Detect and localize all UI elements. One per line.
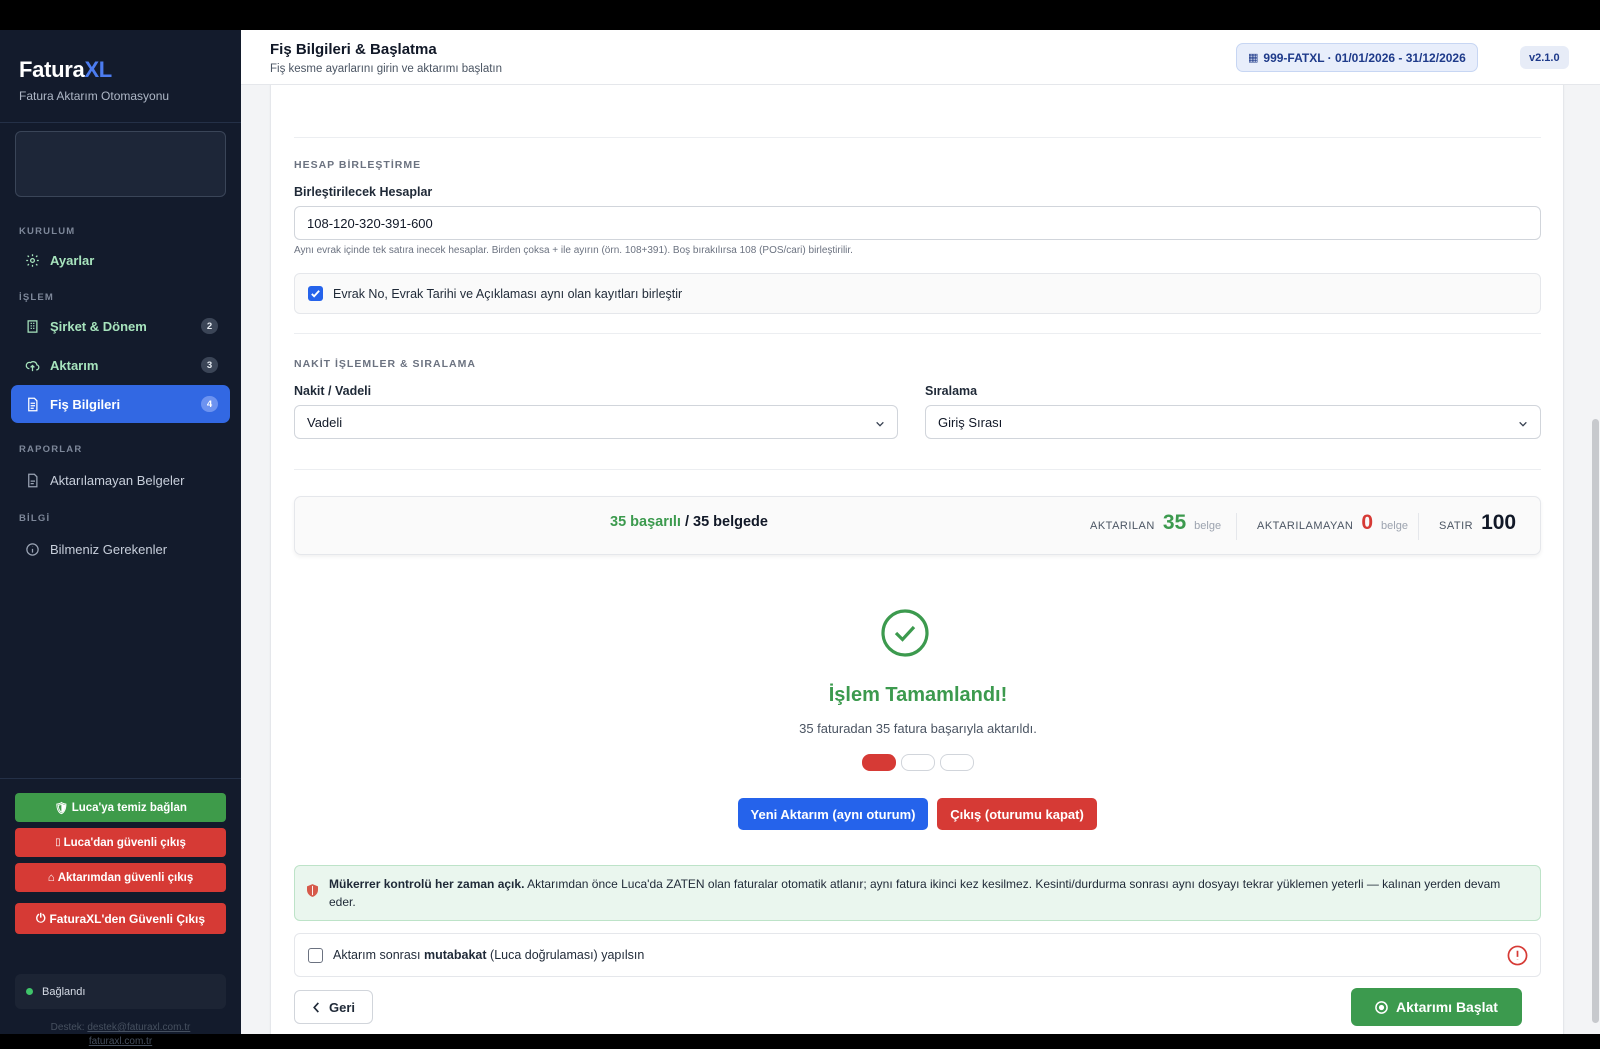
progress-step-indicator bbox=[940, 754, 974, 771]
order-select[interactable]: Giriş Sırası bbox=[925, 405, 1541, 439]
payment-type-label: Nakit / Vadeli bbox=[294, 384, 372, 398]
upload-cloud-icon bbox=[24, 357, 40, 373]
stat-failed: AKTARILAMAYAN 0 belge bbox=[1257, 511, 1408, 534]
scrollbar[interactable] bbox=[1592, 419, 1599, 1023]
result-message: 35 faturadan 35 fatura başarıyla aktarıl… bbox=[799, 721, 1037, 736]
file-icon bbox=[24, 472, 40, 488]
app-exit-button[interactable]: ⏻ FaturaXL'den Güvenli Çıkış bbox=[15, 903, 226, 934]
divider bbox=[294, 469, 1541, 470]
start-transfer-button[interactable]: Aktarımı Başlat bbox=[1351, 988, 1522, 1026]
connection-status: Bağlandı bbox=[15, 974, 226, 1009]
order-label: Sıralama bbox=[925, 384, 978, 398]
page-header: Fiş Bilgileri & Başlatma Fiş kesme ayarl… bbox=[241, 30, 1600, 85]
chevron-down-icon bbox=[1518, 417, 1528, 432]
door-icon: ▯ bbox=[55, 837, 61, 848]
luca-exit-button[interactable]: ▯ Luca'dan güvenli çıkış bbox=[15, 828, 226, 857]
version-badge: v2.1.0 bbox=[1520, 46, 1569, 69]
progress-step-indicator bbox=[862, 754, 896, 771]
sidebar-item-need-to-know[interactable]: Bilmeniz Gerekenler bbox=[11, 530, 230, 568]
step-badge: 2 bbox=[201, 318, 218, 334]
check-circle-icon bbox=[881, 609, 929, 662]
accounts-input[interactable]: 108-120-320-391-600 bbox=[294, 206, 1541, 240]
brand-subtitle: Fatura Aktarım Otomasyonu bbox=[19, 89, 170, 103]
home-icon: ⌂ bbox=[47, 871, 55, 884]
divider bbox=[294, 137, 1541, 138]
reconcile-option[interactable]: Aktarım sonrası mutabakat (Luca doğrulam… bbox=[294, 933, 1541, 977]
stat-divider bbox=[1418, 513, 1419, 540]
info-icon bbox=[24, 541, 40, 557]
sidebar-item-company-period[interactable]: Şirket & Dönem 2 bbox=[11, 307, 230, 345]
merge-records-checkbox[interactable] bbox=[308, 286, 323, 301]
cash-section-title: NAKİT İŞLEMLER & SIRALAMA bbox=[294, 358, 476, 370]
support-email-link[interactable]: destek@faturaxl.com.tr bbox=[87, 1022, 190, 1033]
step-badge: 3 bbox=[201, 357, 218, 373]
sidebar-item-settings[interactable]: Ayarlar bbox=[11, 241, 230, 279]
progress-step-indicator bbox=[901, 754, 935, 771]
window-top-bar bbox=[0, 0, 1600, 30]
reconcile-checkbox[interactable] bbox=[308, 947, 323, 963]
divider bbox=[294, 333, 1541, 334]
new-transfer-button[interactable]: Yeni Aktarım (aynı oturum) bbox=[738, 798, 928, 830]
sidebar: FaturaXL Fatura Aktarım Otomasyonu KURUL… bbox=[0, 30, 241, 1047]
power-icon: ⏻ bbox=[35, 911, 46, 925]
company-info-box bbox=[15, 131, 226, 197]
sidebar-item-failed-documents[interactable]: Aktarılamayan Belgeler bbox=[11, 461, 230, 499]
chevron-left-icon bbox=[312, 1001, 321, 1013]
exit-session-button[interactable]: Çıkış (oturumu kapat) bbox=[937, 798, 1097, 830]
back-button[interactable]: Geri bbox=[294, 990, 373, 1024]
merge-section-title: HESAP BİRLEŞTİRME bbox=[294, 159, 422, 171]
accounts-label: Birleştirilecek Hesaplar bbox=[294, 185, 433, 199]
website-link[interactable]: faturaxl.com.tr bbox=[89, 1036, 152, 1047]
gear-icon bbox=[24, 252, 40, 268]
stat-divider bbox=[1236, 513, 1237, 540]
accounts-hint: Aynı evrak içinde tek satıra inecek hesa… bbox=[294, 245, 853, 256]
chevron-down-icon bbox=[875, 417, 885, 432]
building-icon: ▦ bbox=[1248, 52, 1259, 64]
stat-rows: SATIR 100 bbox=[1439, 511, 1517, 534]
section-setup: KURULUM bbox=[19, 226, 76, 237]
section-info: BİLGİ bbox=[19, 513, 51, 524]
sidebar-item-receipt-info[interactable]: Fiş Bilgileri 4 bbox=[11, 385, 230, 423]
page-subtitle: Fiş kesme ayarlarını girin ve aktarımı b… bbox=[270, 63, 502, 75]
luca-connect-button[interactable]: 🛡 Luca'ya temiz bağlan bbox=[15, 793, 226, 822]
warning-icon[interactable] bbox=[1507, 945, 1528, 969]
sidebar-item-transfer[interactable]: Aktarım 3 bbox=[11, 346, 230, 384]
shield-icon: 🛡 bbox=[54, 802, 69, 815]
stat-transferred: AKTARILAN 35 belge bbox=[1090, 511, 1222, 534]
play-circle-icon bbox=[1375, 1000, 1388, 1014]
company-period-chip[interactable]: ▦ 999-FATXL · 01/01/2026 - 31/12/2026 bbox=[1236, 43, 1478, 72]
duplicate-check-alert: Mükerrer kontrolü her zaman açık. Aktarı… bbox=[294, 865, 1541, 921]
stats-summary: 35 başarılı / 35 belgede bbox=[610, 514, 768, 530]
settings-card: HESAP BİRLEŞTİRME Birleştirilecek Hesapl… bbox=[270, 70, 1564, 1034]
brand-logo: FaturaXL bbox=[19, 57, 112, 82]
section-process: İŞLEM bbox=[19, 292, 55, 303]
sidebar-divider bbox=[0, 778, 241, 779]
shield-icon bbox=[307, 884, 318, 902]
main-content: Fiş Bilgileri & Başlatma Fiş kesme ayarl… bbox=[241, 30, 1600, 1034]
step-badge: 4 bbox=[201, 396, 218, 412]
section-reports: RAPORLAR bbox=[19, 444, 83, 455]
sidebar-divider bbox=[0, 122, 241, 123]
status-dot-icon bbox=[26, 988, 33, 995]
result-title: İşlem Tamamlandı! bbox=[828, 684, 1008, 706]
transfer-exit-button[interactable]: ⌂ Aktarımdan güvenli çıkış bbox=[15, 863, 226, 892]
document-icon bbox=[24, 396, 40, 412]
merge-records-option[interactable]: Evrak No, Evrak Tarihi ve Açıklaması ayn… bbox=[294, 273, 1541, 314]
transfer-stats-bar: 35 başarılı / 35 belgede AKTARILAN 35 be… bbox=[294, 496, 1541, 555]
building-icon bbox=[24, 318, 40, 334]
sidebar-footer: Destek: destek@faturaxl.com.tr faturaxl.… bbox=[50, 1022, 191, 1047]
page-title: Fiş Bilgileri & Başlatma bbox=[270, 41, 437, 58]
payment-type-select[interactable]: Vadeli bbox=[294, 405, 898, 439]
